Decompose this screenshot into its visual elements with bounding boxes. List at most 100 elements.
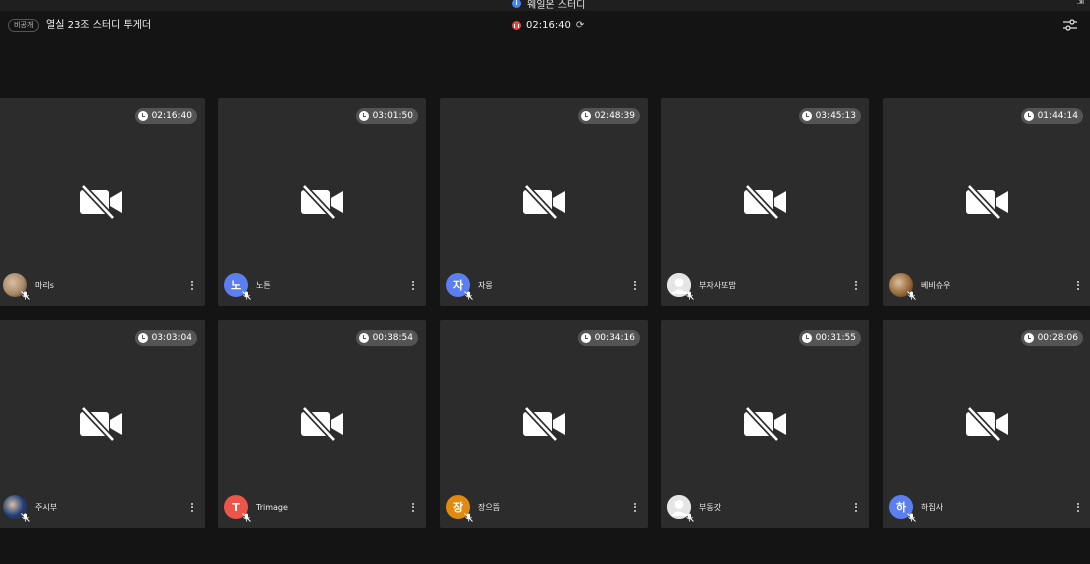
mic-off-icon xyxy=(21,512,30,522)
participant-tile[interactable]: 03:03:04 주시부 xyxy=(0,320,205,528)
avatar: 하 xyxy=(889,495,916,522)
participant-footer: 장 장으뜸 xyxy=(446,494,642,522)
clock-icon xyxy=(358,111,369,121)
participant-tile[interactable]: 02:48:39 자 자몽 xyxy=(440,98,648,306)
study-time-text: 03:45:13 xyxy=(815,111,856,121)
participant-tile[interactable]: 01:44:14 베비슈우 xyxy=(883,98,1090,306)
mic-off-icon xyxy=(242,290,251,300)
more-options-icon[interactable] xyxy=(410,502,416,512)
more-options-icon[interactable] xyxy=(632,280,638,290)
participant-tile[interactable]: 02:16:40 마리s xyxy=(0,98,205,306)
camera-off-icon xyxy=(79,183,123,221)
study-time-badge: 00:38:54 xyxy=(355,330,418,346)
participant-name: 하집사 xyxy=(921,502,944,512)
clock-icon xyxy=(580,111,591,121)
participant-footer: 부동갓 xyxy=(667,494,863,522)
participant-tile[interactable]: 03:45:13 부자사또밥 xyxy=(661,98,869,306)
study-time-badge: 00:31:55 xyxy=(798,330,861,346)
mic-off-icon xyxy=(242,512,251,522)
camera-off-icon xyxy=(79,405,123,443)
avatar-initial: 장 xyxy=(452,501,464,514)
avatar xyxy=(667,273,694,300)
camera-off-icon xyxy=(965,405,1009,443)
mic-off-icon xyxy=(685,512,694,522)
study-time-badge: 00:28:06 xyxy=(1020,330,1083,346)
more-options-icon[interactable] xyxy=(1075,280,1081,290)
participant-tile[interactable]: 00:28:06 하 하집사 xyxy=(883,320,1090,528)
clock-icon xyxy=(358,333,369,343)
study-time-badge: 02:48:39 xyxy=(577,108,640,124)
avatar-initial: 자 xyxy=(452,279,464,292)
study-time-text: 03:01:50 xyxy=(372,111,413,121)
participant-footer: 자 자몽 xyxy=(446,272,642,300)
avatar: 자 xyxy=(446,273,473,300)
study-time-badge: 03:03:04 xyxy=(134,330,197,346)
study-time-badge: 03:45:13 xyxy=(798,108,861,124)
clock-icon xyxy=(1023,111,1034,121)
study-time-badge: 02:16:40 xyxy=(134,108,197,124)
avatar xyxy=(3,495,30,522)
app-title: i 웨일온 스터디 xyxy=(512,0,586,11)
participant-footer: 노 노튼 xyxy=(224,272,420,300)
mic-off-icon xyxy=(464,512,473,522)
avatar-initial: T xyxy=(232,500,240,514)
study-time-text: 02:48:39 xyxy=(594,111,635,121)
participant-tile[interactable]: 00:31:55 부동갓 xyxy=(661,320,869,528)
app-title-text: 웨일온 스터디 xyxy=(527,0,586,11)
pause-record-icon[interactable] xyxy=(512,21,521,30)
participant-name: 장으뜸 xyxy=(478,502,501,512)
participant-tile[interactable]: 00:34:16 장 장으뜸 xyxy=(440,320,648,528)
settings-sliders-icon[interactable] xyxy=(1062,18,1078,32)
participant-footer: 마리s xyxy=(3,272,199,300)
window-control-icon[interactable]: ⇲ xyxy=(1076,0,1084,7)
clock-icon xyxy=(580,333,591,343)
study-time-text: 00:28:06 xyxy=(1037,333,1078,343)
participant-tile[interactable]: 03:01:50 노 노튼 xyxy=(218,98,426,306)
study-time-text: 00:34:16 xyxy=(594,333,635,343)
participant-name: 부자사또밥 xyxy=(699,280,736,290)
clock-icon xyxy=(801,111,812,121)
study-time-badge: 01:44:14 xyxy=(1020,108,1083,124)
avatar xyxy=(667,495,694,522)
participant-tile[interactable]: 00:38:54 T Trimage xyxy=(218,320,426,528)
participant-name: 베비슈우 xyxy=(921,280,951,290)
participant-name: 노튼 xyxy=(256,280,271,290)
participant-name: 마리s xyxy=(35,280,54,290)
privacy-badge: 비공개 xyxy=(8,19,40,32)
avatar: T xyxy=(224,495,251,522)
more-options-icon[interactable] xyxy=(410,280,416,290)
mic-off-icon xyxy=(685,290,694,300)
participant-footer: 베비슈우 xyxy=(889,272,1085,300)
avatar xyxy=(889,273,916,300)
participant-footer: T Trimage xyxy=(224,494,420,522)
clock-icon xyxy=(137,333,148,343)
room-timer: 02:16:40 ⟳ xyxy=(512,18,584,33)
more-options-icon[interactable] xyxy=(189,280,195,290)
whale-on-icon: i xyxy=(512,0,521,8)
more-options-icon[interactable] xyxy=(1075,502,1081,512)
study-time-text: 01:44:14 xyxy=(1037,111,1078,121)
avatar-initial: 노 xyxy=(230,279,242,292)
room-header: 비공개 열실 23조 스터디 투게더 02:16:40 ⟳ xyxy=(0,14,1090,38)
more-options-icon[interactable] xyxy=(189,502,195,512)
study-time-text: 02:16:40 xyxy=(151,111,192,121)
more-options-icon[interactable] xyxy=(632,502,638,512)
camera-off-icon xyxy=(300,405,344,443)
participant-name: Trimage xyxy=(256,502,288,512)
study-time-text: 00:38:54 xyxy=(372,333,413,343)
more-options-icon[interactable] xyxy=(853,502,859,512)
refresh-icon[interactable]: ⟳ xyxy=(576,20,584,31)
mic-off-icon xyxy=(907,290,916,300)
study-time-badge: 03:01:50 xyxy=(355,108,418,124)
camera-off-icon xyxy=(522,183,566,221)
mic-off-icon xyxy=(907,512,916,522)
study-time-badge: 00:34:16 xyxy=(577,330,640,346)
room-title: 열실 23조 스터디 투게더 xyxy=(46,20,152,31)
camera-off-icon xyxy=(965,183,1009,221)
clock-icon xyxy=(137,111,148,121)
more-options-icon[interactable] xyxy=(853,280,859,290)
app-top-strip: i 웨일온 스터디 ⇲ xyxy=(0,0,1090,11)
study-time-text: 03:03:04 xyxy=(151,333,192,343)
participant-footer: 하 하집사 xyxy=(889,494,1085,522)
participant-footer: 주시부 xyxy=(3,494,199,522)
